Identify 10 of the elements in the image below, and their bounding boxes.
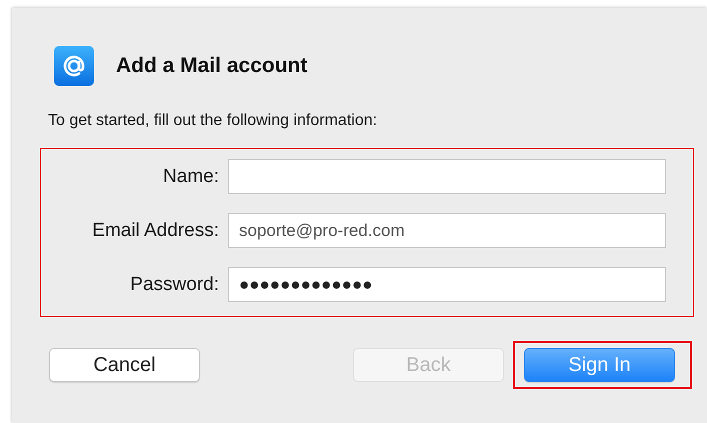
cancel-button[interactable]: Cancel: [49, 348, 200, 382]
dialog-title: Add a Mail account: [116, 54, 308, 78]
mail-app-icon: [54, 46, 94, 86]
field-label: Password:: [129, 274, 220, 296]
input-field[interactable]: ●●●●●●●●●●●●●: [228, 267, 666, 302]
input-field[interactable]: soporte@pro-red.com: [228, 213, 666, 248]
field-label: Name:: [162, 166, 220, 188]
input-field[interactable]: [228, 159, 666, 194]
instruction-text: To get started, fill out the following information:: [48, 112, 378, 130]
field-label: Email Address:: [91, 220, 220, 242]
